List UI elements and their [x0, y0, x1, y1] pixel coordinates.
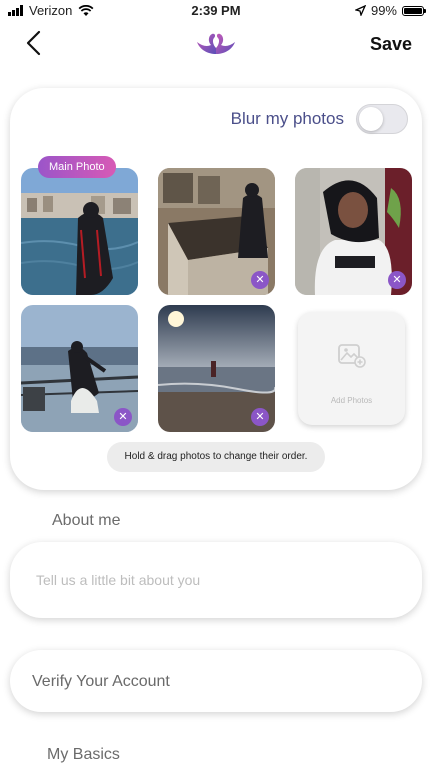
verify-account-label: Verify Your Account — [32, 673, 170, 690]
battery-percent: 99% — [370, 3, 397, 18]
blur-photos-toggle[interactable] — [356, 104, 408, 134]
save-button[interactable]: Save — [370, 34, 412, 55]
add-photos-button[interactable]: Add Photos — [298, 312, 405, 425]
photo-2[interactable]: ✕ — [158, 168, 275, 295]
toggle-knob — [359, 107, 383, 131]
my-basics-title: My Basics — [47, 746, 120, 763]
nav-bar: Save — [0, 22, 432, 66]
add-image-icon — [338, 344, 366, 368]
battery-icon — [402, 5, 426, 16]
remove-photo-2-icon[interactable]: ✕ — [251, 271, 269, 289]
about-me-field[interactable]: Tell us a little bit about you — [10, 542, 422, 618]
photo-3[interactable]: ✕ — [295, 168, 412, 295]
remove-photo-5-icon[interactable]: ✕ — [251, 408, 269, 426]
photo-4[interactable]: ✕ — [21, 305, 138, 432]
status-bar: Verizon 2:39 PM 99% — [0, 0, 432, 22]
photo-1[interactable] — [21, 168, 138, 295]
photo-1-image — [21, 168, 138, 295]
blur-photos-label: Blur my photos — [230, 109, 344, 128]
remove-photo-3-icon[interactable]: ✕ — [388, 271, 406, 289]
add-photos-label: Add Photos — [330, 396, 373, 405]
main-photo-badge: Main Photo — [38, 156, 116, 178]
photo-5[interactable]: ✕ — [158, 305, 275, 432]
about-me-placeholder: Tell us a little bit about you — [36, 572, 201, 588]
swan-logo-icon — [197, 33, 235, 54]
status-right: 99% — [354, 3, 426, 18]
photos-card: Blur my photos Main Photo ✕ ✕ ✕ ✕ Add Ph… — [10, 88, 422, 490]
location-arrow-icon — [354, 5, 366, 16]
verify-account-button[interactable]: Verify Your Account — [10, 650, 422, 712]
reorder-hint: Hold & drag photos to change their order… — [107, 442, 325, 472]
remove-photo-4-icon[interactable]: ✕ — [114, 408, 132, 426]
about-me-title: About me — [52, 512, 121, 529]
blur-photos-row: Blur my photos — [231, 104, 408, 134]
back-chevron-icon[interactable] — [22, 30, 48, 56]
